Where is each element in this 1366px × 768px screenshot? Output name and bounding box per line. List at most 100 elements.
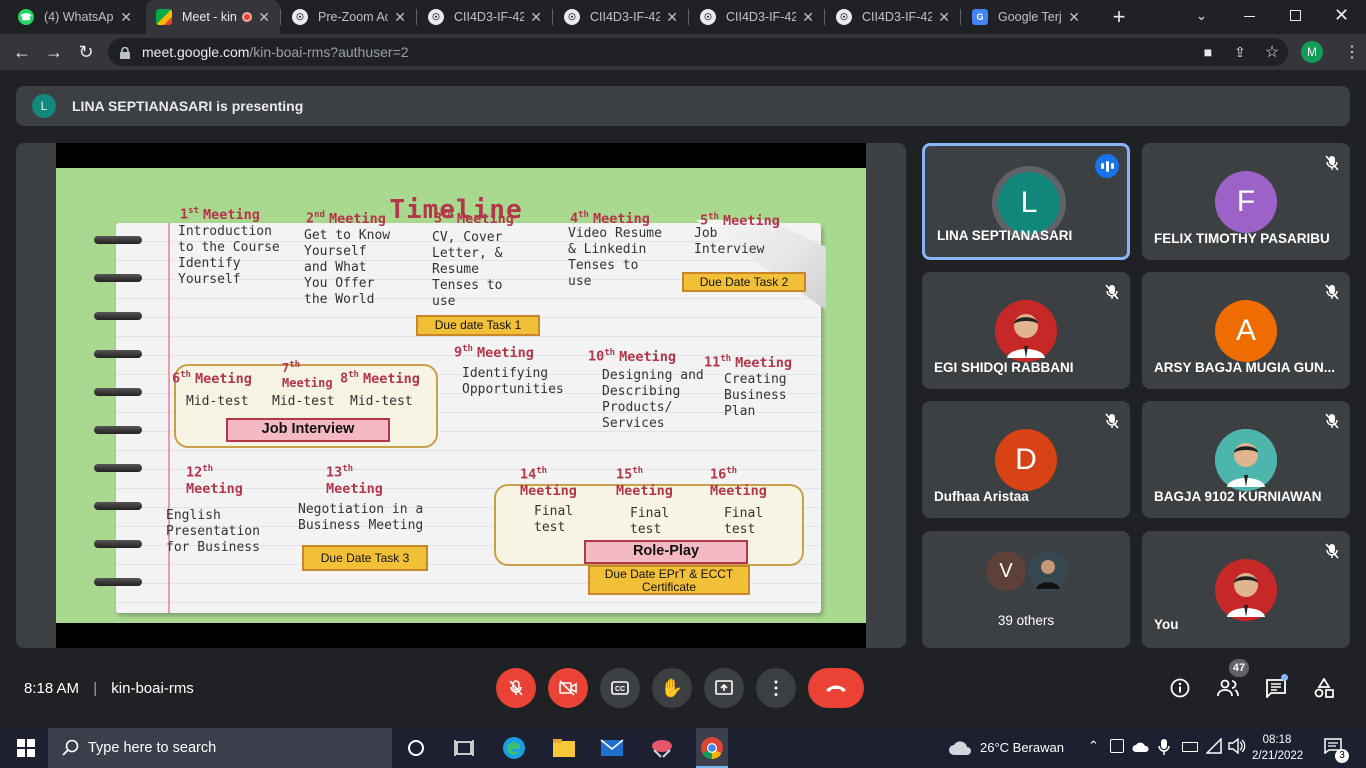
- participant-tile[interactable]: You: [1142, 531, 1350, 648]
- meeting-heading: 6th Meeting: [172, 370, 252, 387]
- address-bar[interactable]: meet.google.com/kin-boai-rms?authuser=2: [108, 38, 1288, 66]
- raise-hand-button[interactable]: ✋: [652, 668, 692, 708]
- meeting-label: Meeting: [456, 210, 514, 227]
- browser-tab[interactable]: ☉ CII4D3-IF-42- ✕: [690, 0, 824, 34]
- snipping-tool-icon[interactable]: [648, 734, 676, 762]
- meeting-topic: Mid-test: [186, 394, 249, 409]
- bookmark-star-icon[interactable]: ☆: [1260, 40, 1284, 64]
- due-date-task2: Due Date Task 2: [682, 272, 806, 292]
- forward-icon[interactable]: →: [42, 40, 66, 64]
- show-hidden-icons-icon[interactable]: ⌃: [1088, 738, 1099, 754]
- onedrive-icon[interactable]: [1132, 740, 1150, 758]
- role-play-label: Role-Play: [584, 540, 748, 564]
- meeting-heading: 7th Meeting: [282, 358, 333, 391]
- meeting-topic: Mid-test: [350, 394, 413, 409]
- close-tab-icon[interactable]: ✕: [666, 9, 678, 26]
- participant-initial: V: [999, 559, 1013, 582]
- meeting-topic: CV, Cover Letter, & Resume Tenses to use: [432, 230, 503, 309]
- captions-button[interactable]: CC: [600, 668, 640, 708]
- task-view-icon[interactable]: [450, 734, 478, 762]
- close-tab-icon[interactable]: ✕: [120, 9, 132, 26]
- meeting-number: 9: [454, 344, 463, 361]
- browser-tab[interactable]: ☉ CII4D3-IF-42- ✕: [554, 0, 688, 34]
- participant-tile[interactable]: A ARSY BAGJA MUGIA GUN...: [1142, 272, 1350, 389]
- tab-separator: [416, 9, 417, 25]
- browser-tab[interactable]: ☉ CII4D3-IF-42- ✕: [826, 0, 960, 34]
- participant-tile[interactable]: BAGJA 9102 KURNIAWAN: [1142, 401, 1350, 518]
- meeting-heading: 11th Meeting: [704, 354, 792, 371]
- taskbar-time: 08:18: [1262, 734, 1292, 746]
- close-tab-icon[interactable]: ✕: [938, 9, 950, 26]
- meeting-heading: 3rd Meeting: [434, 210, 514, 227]
- close-tab-icon[interactable]: ✕: [1068, 9, 1080, 26]
- close-tab-icon[interactable]: ✕: [802, 9, 814, 26]
- file-explorer-icon[interactable]: [550, 734, 578, 762]
- browser-tab[interactable]: ☉ CII4D3-IF-42- ✕: [418, 0, 552, 34]
- cortana-icon[interactable]: [402, 734, 430, 762]
- close-tab-icon[interactable]: ✕: [394, 9, 406, 26]
- meeting-number: 6: [172, 370, 181, 387]
- restore-window-icon[interactable]: [1290, 10, 1301, 21]
- windows-start-icon[interactable]: [12, 734, 40, 762]
- microphone-tray-icon[interactable]: [1158, 738, 1170, 761]
- activities-button[interactable]: [1310, 674, 1338, 702]
- volume-icon[interactable]: [1228, 737, 1246, 759]
- battery-icon[interactable]: [1182, 742, 1198, 752]
- meeting-label: Meeting: [328, 210, 386, 227]
- wifi-icon[interactable]: [1205, 737, 1222, 759]
- meeting-code: kin-boai-rms: [111, 680, 194, 697]
- mail-icon[interactable]: [598, 734, 626, 762]
- participant-tile[interactable]: V 39 others: [922, 531, 1130, 648]
- meeting-details-button[interactable]: [1166, 674, 1194, 702]
- reload-icon[interactable]: ↻: [74, 40, 98, 64]
- camera-off-button[interactable]: [548, 668, 588, 708]
- participant-tile[interactable]: EGI SHIDQI RABBANI: [922, 272, 1130, 389]
- meeting-topic: Get to Know Yourself and What You Offer …: [304, 228, 391, 307]
- browser-tab[interactable]: G Google Terjem ✕: [962, 0, 1090, 34]
- meeting-ordinal: th: [604, 348, 616, 358]
- leave-call-button[interactable]: [808, 668, 864, 708]
- meeting-number: 8: [340, 370, 349, 387]
- share-icon[interactable]: ⇪: [1228, 40, 1252, 64]
- chrome-icon[interactable]: [696, 728, 728, 768]
- meeting-ordinal: th: [632, 466, 644, 476]
- camera-permission-icon[interactable]: ■: [1196, 40, 1220, 64]
- taskbar-search-box[interactable]: Type here to search: [48, 728, 392, 768]
- meeting-heading: 10th Meeting: [588, 348, 676, 365]
- browser-menu-icon[interactable]: ⋮: [1340, 40, 1364, 64]
- zoom-icon: ☉: [564, 9, 580, 25]
- browser-tab[interactable]: ☎ (4) WhatsApp ✕: [8, 0, 142, 34]
- taskbar-clock[interactable]: 08:18 2/21/2022: [1252, 732, 1303, 764]
- search-icon: [62, 739, 80, 761]
- participant-initial: L: [1020, 186, 1038, 219]
- browser-tab[interactable]: ☉ Pre-Zoom Ac ✕: [282, 0, 416, 34]
- meet-now-icon[interactable]: [1110, 739, 1124, 753]
- back-icon[interactable]: ←: [10, 40, 34, 64]
- tab-title: CII4D3-IF-42-: [862, 10, 933, 24]
- tab-search-icon[interactable]: ⌄: [1196, 8, 1207, 24]
- participant-tile[interactable]: L LINA SEPTIANASARI: [922, 143, 1130, 260]
- participant-tile[interactable]: D Dufhaa Aristaa: [922, 401, 1130, 518]
- mic-off-button[interactable]: [496, 668, 536, 708]
- meeting-heading: 16th Meeting: [710, 466, 767, 499]
- more-options-button[interactable]: ⋮: [756, 668, 796, 708]
- weather-icon[interactable]: [946, 734, 974, 762]
- present-now-button[interactable]: [704, 668, 744, 708]
- participant-tile[interactable]: F FELIX TIMOTHY PASARIBU: [1142, 143, 1350, 260]
- meeting-heading: 14th Meeting: [520, 466, 577, 499]
- close-tab-icon[interactable]: ✕: [530, 9, 542, 26]
- new-tab-icon[interactable]: +: [1108, 4, 1130, 29]
- browser-tab[interactable]: Meet - kin ✕: [146, 0, 280, 34]
- meeting-topic: Mid-test: [272, 394, 335, 409]
- meeting-ordinal: th: [202, 464, 214, 474]
- minimize-window-icon[interactable]: [1244, 16, 1255, 17]
- people-button[interactable]: [1214, 674, 1242, 702]
- presentation-slide: Timeline 1st Meeting Introduction to the C…: [56, 143, 866, 648]
- weather-text[interactable]: 26°C Berawan: [980, 740, 1064, 755]
- tab-title: Google Terjem: [998, 10, 1062, 24]
- profile-avatar[interactable]: M: [1301, 41, 1323, 63]
- edge-icon[interactable]: [500, 734, 528, 762]
- close-tab-icon[interactable]: ✕: [258, 9, 270, 26]
- meeting-number: 15: [616, 466, 633, 483]
- close-window-icon[interactable]: ✕: [1334, 5, 1349, 26]
